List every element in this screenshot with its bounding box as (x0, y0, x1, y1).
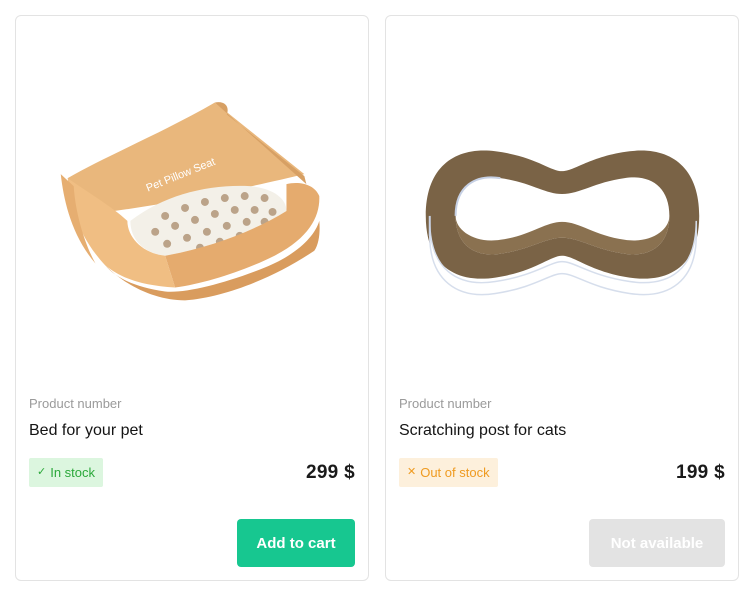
product-grid: Pet Pillow Seat Product number Bed for y… (0, 0, 749, 596)
product-price: 299 $ (305, 462, 355, 483)
product-number-label: Product number (29, 396, 122, 411)
product-image[interactable]: Pet Pillow Seat (16, 16, 368, 386)
stock-status-badge: ✕ Out of stock (399, 458, 498, 487)
not-available-button: Not available (589, 519, 725, 567)
stock-status-text: In stock (50, 465, 96, 480)
stock-status-badge: ✓ In stock (29, 458, 104, 487)
scratching-post-image (425, 150, 700, 296)
product-number-label: Product number (399, 396, 492, 411)
pet-bed-image: Pet Pillow Seat (60, 102, 320, 301)
product-image[interactable] (386, 16, 738, 386)
product-card[interactable]: Product number Scratching post for cats … (385, 15, 739, 581)
check-icon: ✓ (37, 466, 47, 478)
product-name[interactable]: Bed for your pet (29, 422, 143, 440)
product-card[interactable]: Pet Pillow Seat Product number Bed for y… (15, 15, 369, 581)
product-name[interactable]: Scratching post for cats (399, 422, 566, 440)
add-to-cart-button[interactable]: Add to cart (237, 519, 355, 567)
stock-status-text: Out of stock (420, 465, 490, 480)
product-price: 199 $ (675, 462, 725, 483)
x-icon: ✕ (407, 466, 417, 478)
